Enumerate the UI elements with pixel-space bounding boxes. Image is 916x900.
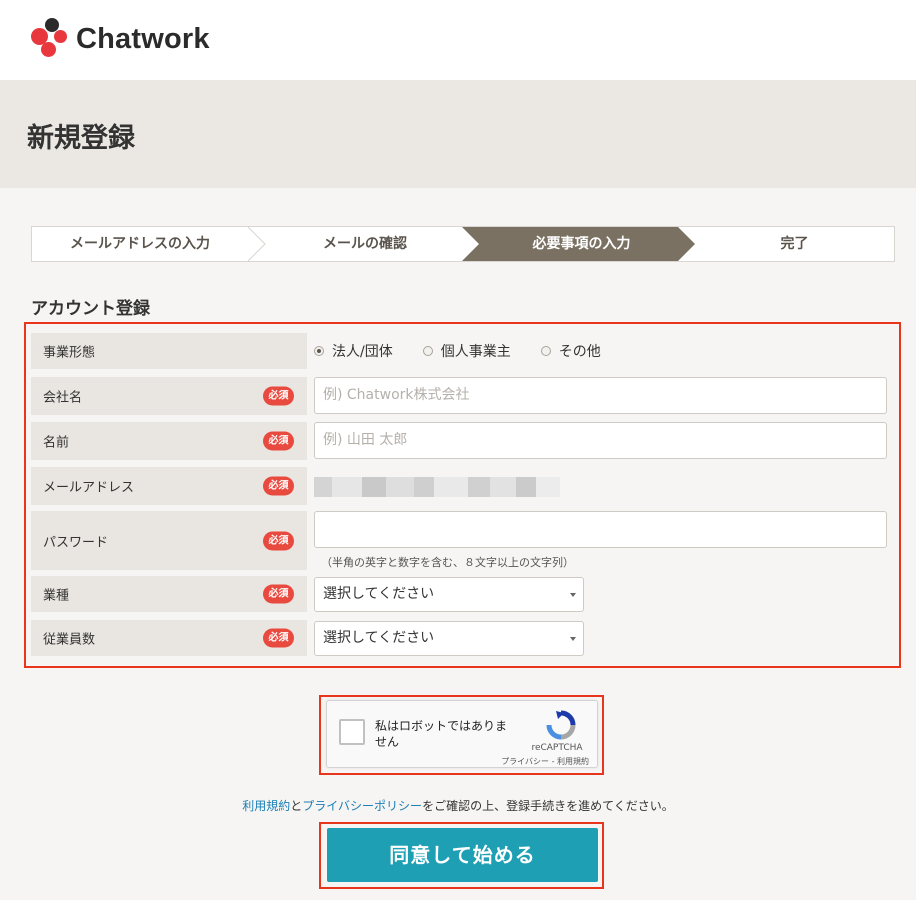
required-badge: 必須 xyxy=(263,584,294,604)
step-complete: 完了 xyxy=(780,236,809,252)
radio-other[interactable]: その他 xyxy=(540,341,601,361)
required-badge: 必須 xyxy=(263,531,294,550)
password-hint: （半角の英字と数字を含む、８文字以上の文字列） xyxy=(321,556,574,569)
industry-label: 業種 必須 xyxy=(31,576,307,612)
employees-label: 従業員数 必須 xyxy=(31,620,307,656)
dropdown-arrow-icon xyxy=(570,637,576,641)
industry-select[interactable]: 選択してください xyxy=(314,577,584,612)
brand-name: Chatwork xyxy=(76,22,210,55)
top-header: Chatwork xyxy=(0,0,916,80)
required-badge: 必須 xyxy=(263,628,294,648)
chatwork-logo-icon xyxy=(30,18,72,60)
step-email-input: メールアドレスの入力 xyxy=(70,236,210,252)
password-label: パスワード 必須 xyxy=(31,511,307,570)
recaptcha-label: 私はロボットではありません xyxy=(375,719,508,749)
email-label: メールアドレス 必須 xyxy=(31,467,307,505)
radio-unselected-icon[interactable] xyxy=(422,346,433,356)
recaptcha-widget: 私はロボットではありません reCAPTCHA プライバシー - 利用規約 xyxy=(326,700,598,768)
business-type-label: 事業形態 xyxy=(31,333,307,369)
required-badge: 必須 xyxy=(263,476,294,496)
radio-corporation[interactable]: 法人/団体 xyxy=(314,341,393,361)
radio-selected-icon[interactable] xyxy=(314,346,324,356)
title-band: 新規登録 xyxy=(0,80,916,188)
chatwork-logo[interactable]: Chatwork xyxy=(30,18,210,60)
recaptcha-logo-icon xyxy=(546,710,576,740)
step-email-confirm: メールの確認 xyxy=(323,236,407,252)
business-type-radio-group: 法人/団体 個人事業主 その他 xyxy=(314,340,631,362)
registration-steps: メールアドレスの入力 メールの確認 必要事項の入力 完了 xyxy=(31,226,895,262)
radio-sole-proprietor[interactable]: 個人事業主 xyxy=(422,341,511,361)
radio-unselected-icon[interactable] xyxy=(540,346,551,356)
name-label: 名前 必須 xyxy=(31,422,307,460)
required-badge: 必須 xyxy=(263,386,294,406)
privacy-policy-link[interactable]: プライバシーポリシー xyxy=(302,799,422,813)
recaptcha-brand: reCAPTCHA xyxy=(531,743,583,753)
terms-link[interactable]: 利用規約 xyxy=(242,799,290,813)
name-input[interactable]: 例) 山田 太郎 xyxy=(314,422,887,459)
required-badge: 必須 xyxy=(263,431,294,451)
company-input[interactable]: 例) Chatwork株式会社 xyxy=(314,377,887,414)
dropdown-arrow-icon xyxy=(570,593,576,597)
recaptcha-links[interactable]: プライバシー - 利用規約 xyxy=(477,756,589,767)
recaptcha-checkbox[interactable] xyxy=(339,719,365,745)
employees-select[interactable]: 選択してください xyxy=(314,621,584,656)
company-label: 会社名 必須 xyxy=(31,377,307,415)
section-title: アカウント登録 xyxy=(31,299,150,319)
page-title: 新規登録 xyxy=(27,123,135,154)
step-required-info-active: 必要事項の入力 xyxy=(532,236,631,252)
agreement-text: 利用規約とプライバシーポリシーをご確認の上、登録手続きを進めてください。 xyxy=(242,799,674,813)
email-value-redacted xyxy=(314,477,560,497)
password-input[interactable] xyxy=(314,511,887,548)
agree-and-start-button[interactable]: 同意して始める xyxy=(327,828,598,882)
